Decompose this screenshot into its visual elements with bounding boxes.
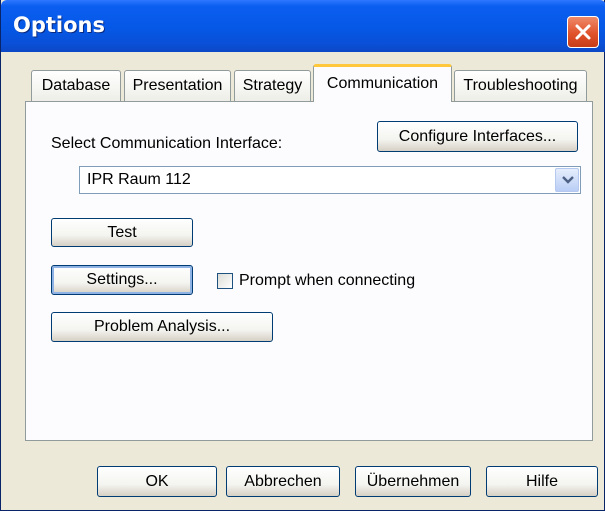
tab-strategy[interactable]: Strategy	[234, 70, 311, 101]
prompt-checkbox-label: Prompt when connecting	[239, 272, 416, 289]
tab-troubleshooting[interactable]: Troubleshooting	[454, 70, 587, 101]
close-button[interactable]	[567, 16, 599, 48]
window-title: Options	[13, 13, 105, 37]
dropdown-button[interactable]	[555, 168, 579, 192]
apply-button[interactable]: Übernehmen	[355, 466, 471, 497]
ok-button[interactable]: OK	[97, 466, 217, 497]
interface-select[interactable]: IPR Raum 112	[79, 166, 581, 194]
prompt-checkbox[interactable]	[217, 273, 233, 289]
close-icon	[575, 24, 591, 40]
chevron-down-icon	[562, 176, 574, 184]
select-interface-label: Select Communication Interface:	[51, 135, 283, 152]
problem-analysis-button[interactable]: Problem Analysis...	[51, 312, 273, 342]
interface-select-value: IPR Raum 112	[87, 171, 191, 188]
configure-interfaces-button[interactable]: Configure Interfaces...	[377, 121, 578, 152]
title-bar[interactable]: Options	[1, 0, 605, 52]
settings-button[interactable]: Settings...	[51, 265, 193, 295]
cancel-button[interactable]: Abbrechen	[226, 466, 340, 497]
test-button[interactable]: Test	[51, 218, 193, 247]
tab-presentation[interactable]: Presentation	[124, 70, 231, 101]
tab-communication[interactable]: Communication	[313, 64, 452, 102]
tab-database[interactable]: Database	[31, 70, 121, 101]
options-dialog: Options Database Presentation Strategy C…	[0, 0, 605, 511]
help-button[interactable]: Hilfe	[486, 466, 598, 497]
